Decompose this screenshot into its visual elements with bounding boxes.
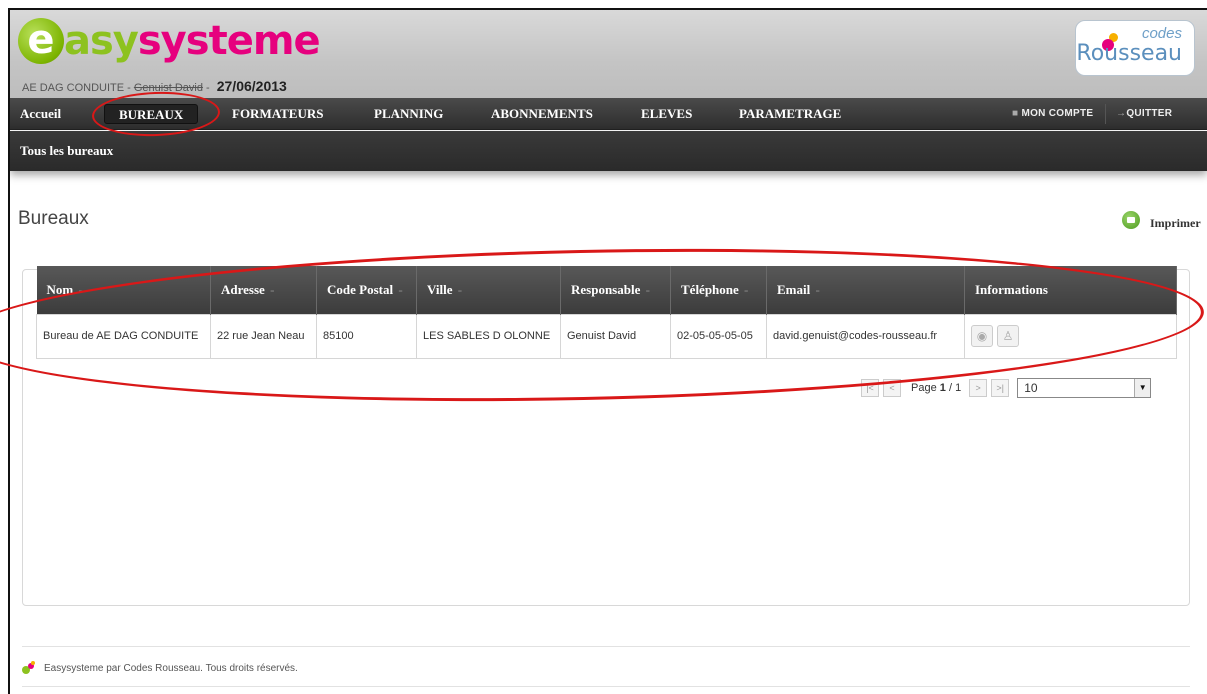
last-page-button[interactable]: >|	[991, 379, 1010, 397]
first-page-button[interactable]: |<	[861, 379, 879, 397]
column-header-adresse[interactable]: Adresse -	[210, 266, 317, 314]
cell-email: david.genuist@codes-rousseau.fr	[766, 313, 965, 359]
sort-icon: -	[270, 281, 275, 297]
table-row[interactable]: Bureau de AE DAG CONDUITE 22 rue Jean Ne…	[36, 313, 1177, 359]
easysysteme-logo[interactable]: e asysysteme	[18, 16, 321, 66]
column-header-ville[interactable]: Ville -	[416, 266, 561, 314]
offices-table: Nom - Adresse - Code Postal - Ville - Re…	[36, 266, 1177, 359]
my-account-link[interactable]: ■ MON COMPTE	[1012, 98, 1093, 130]
logo-wordmark-asy: asy	[64, 18, 139, 64]
sub-nav: Tous les bureaux	[10, 131, 1207, 171]
sort-icon: -	[815, 281, 820, 297]
total-pages: / 1	[948, 382, 962, 394]
nav-separator	[1105, 104, 1106, 124]
footer-copyright: Easysysteme par Codes Rousseau. Tous dro…	[44, 662, 298, 674]
nav-bureaux[interactable]: BUREAUX	[104, 104, 199, 124]
dropdown-arrow-icon: ▼	[1134, 379, 1151, 397]
nav-planning[interactable]: PLANNING	[374, 98, 443, 130]
nav-accueil[interactable]: Accueil	[20, 98, 61, 130]
column-header-label: Email	[777, 281, 811, 297]
table-header-row: Nom - Adresse - Code Postal - Ville - Re…	[36, 266, 1177, 314]
print-label: Imprimer	[1150, 216, 1201, 230]
exit-arrow-icon: →	[1116, 108, 1127, 119]
nav-eleves[interactable]: ELEVES	[641, 98, 692, 130]
eye-icon[interactable]: ◉	[971, 325, 993, 347]
column-header-nom[interactable]: Nom -	[36, 266, 211, 314]
footer-divider	[22, 686, 1190, 687]
cell-telephone: 02-05-05-05-05	[670, 313, 767, 359]
my-account-label: MON COMPTE	[1021, 108, 1094, 119]
prev-page-button[interactable]: <	[883, 379, 901, 397]
column-header-label: Ville	[427, 281, 453, 297]
sort-icon: -	[645, 281, 650, 297]
footer: Easysysteme par Codes Rousseau. Tous dro…	[22, 661, 298, 675]
column-header-email[interactable]: Email -	[766, 266, 965, 314]
page-size-select[interactable]: 10 ▼	[1017, 378, 1152, 398]
cell-informations: ◉ ♙	[964, 313, 1177, 359]
next-page-button[interactable]: >	[969, 379, 988, 397]
partner-codes: codes	[1141, 25, 1182, 42]
pagination: |< < Page 1 / 1 > >| 10 ▼	[861, 378, 1152, 398]
current-date: 27/06/2013	[216, 78, 287, 94]
logo-wordmark: asysysteme	[64, 18, 321, 64]
column-header-responsable[interactable]: Responsable -	[560, 266, 671, 314]
logo-wordmark-systeme: systeme	[137, 18, 321, 64]
user-company: AE DAG CONDUITE	[22, 82, 125, 94]
cell-responsable: Genuist David	[560, 313, 671, 359]
logo-e-mark: e	[18, 18, 64, 64]
column-header-label: Informations	[975, 281, 1048, 297]
cell-code-postal: 85100	[316, 313, 417, 359]
person-icon[interactable]: ♙	[997, 325, 1019, 347]
page-label: Page	[911, 382, 937, 394]
user-separator: -	[124, 82, 134, 94]
nav-parametrage[interactable]: PARAMETRAGE	[739, 98, 841, 130]
codes-rousseau-logo[interactable]: codes Rousseau	[1075, 20, 1195, 76]
current-page: 1	[939, 382, 946, 394]
column-header-informations: Informations	[964, 266, 1177, 314]
partner-name: Rousseau	[1076, 41, 1182, 66]
date-separator: -	[202, 82, 213, 94]
column-header-label: Téléphone	[681, 281, 739, 297]
quit-link[interactable]: →QUITTER	[1116, 98, 1172, 130]
cell-nom: Bureau de AE DAG CONDUITE	[36, 313, 211, 359]
sort-icon: -	[398, 281, 403, 297]
quit-label: QUITTER	[1126, 108, 1173, 119]
footer-divider	[22, 646, 1190, 647]
app-window: e asysysteme AE DAG CONDUITE - Genuist D…	[8, 8, 1207, 694]
cell-ville: LES SABLES D OLONNE	[416, 313, 561, 359]
column-header-label: Code Postal	[327, 281, 394, 297]
user-name: Genuist David	[133, 82, 203, 94]
page-indicator: Page 1 / 1	[911, 382, 961, 394]
column-header-label: Adresse	[221, 281, 265, 297]
sort-icon: -	[457, 281, 463, 297]
nav-formateurs[interactable]: FORMATEURS	[232, 98, 323, 130]
print-button[interactable]: Imprimer	[1122, 208, 1201, 231]
column-header-telephone[interactable]: Téléphone -	[670, 266, 767, 314]
user-info: AE DAG CONDUITE - Genuist David - 27/06/…	[22, 78, 287, 94]
sort-icon: -	[78, 281, 83, 297]
subnav-all-offices[interactable]: Tous les bureaux	[20, 143, 113, 159]
footer-logo-icon	[22, 661, 36, 675]
sort-icon: -	[744, 281, 749, 297]
nav-abonnements[interactable]: ABONNEMENTS	[491, 98, 593, 130]
column-header-label: Responsable	[571, 281, 641, 297]
user-icon: ■	[1012, 108, 1019, 119]
header: e asysysteme AE DAG CONDUITE - Genuist D…	[10, 10, 1207, 98]
page-title: Bureaux	[18, 208, 89, 229]
column-header-code-postal[interactable]: Code Postal -	[316, 266, 417, 314]
column-header-label: Nom	[46, 281, 74, 297]
printer-icon	[1122, 210, 1140, 229]
page-size-value: 10	[1024, 381, 1038, 395]
cell-adresse: 22 rue Jean Neau	[210, 313, 317, 359]
main-nav: Accueil BUREAUX FORMATEURS PLANNING ABON…	[10, 98, 1207, 130]
